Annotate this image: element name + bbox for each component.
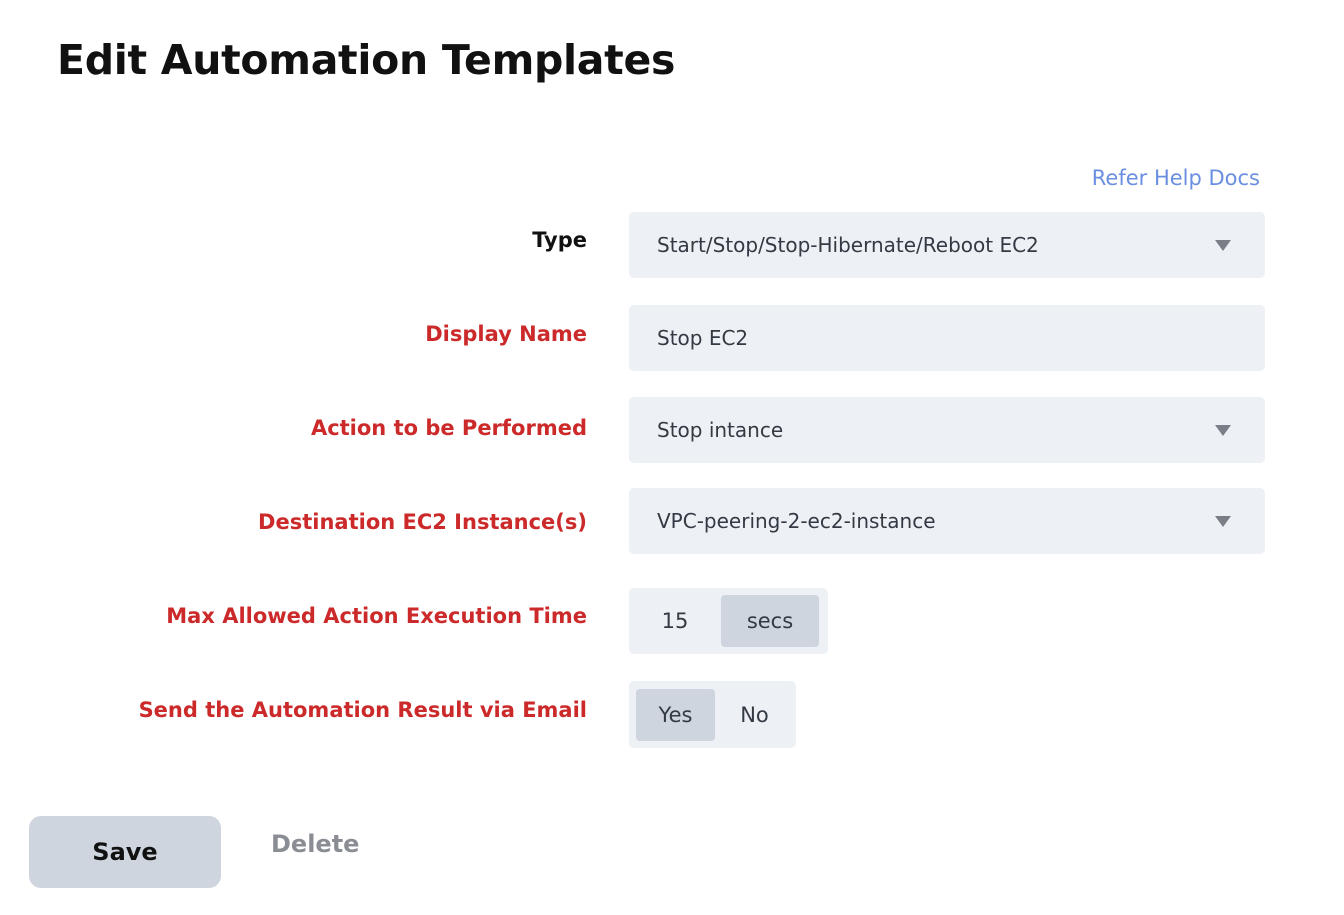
help-docs-link[interactable]: Refer Help Docs bbox=[1092, 166, 1260, 190]
page-title: Edit Automation Templates bbox=[57, 36, 676, 84]
action-label: Action to be Performed bbox=[310, 416, 587, 440]
email-yes-option[interactable]: Yes bbox=[636, 688, 715, 741]
send-email-label: Send the Automation Result via Email bbox=[138, 698, 587, 722]
time-unit-selector[interactable]: secs bbox=[721, 595, 819, 647]
display-name-label: Display Name bbox=[425, 322, 587, 346]
max-time-input[interactable] bbox=[629, 609, 721, 633]
caret-down-icon bbox=[1215, 515, 1231, 527]
type-label: Type bbox=[532, 228, 587, 252]
caret-down-icon bbox=[1215, 424, 1231, 436]
destination-select[interactable]: VPC-peering-2-ec2-instance bbox=[629, 488, 1265, 554]
type-select[interactable]: Start/Stop/Stop-Hibernate/Reboot EC2 bbox=[629, 212, 1265, 278]
edit-automation-page: Edit Automation Templates Refer Help Doc… bbox=[0, 0, 1344, 915]
display-name-input[interactable] bbox=[657, 326, 1237, 350]
type-select-value: Start/Stop/Stop-Hibernate/Reboot EC2 bbox=[657, 233, 1039, 257]
max-time-control: secs bbox=[629, 588, 828, 654]
display-name-field bbox=[629, 305, 1265, 371]
email-no-option[interactable]: No bbox=[715, 689, 794, 741]
action-select[interactable]: Stop intance bbox=[629, 397, 1265, 463]
max-time-label: Max Allowed Action Execution Time bbox=[166, 604, 587, 628]
action-select-value: Stop intance bbox=[657, 418, 784, 442]
destination-label: Destination EC2 Instance(s) bbox=[258, 510, 587, 534]
save-button[interactable]: Save bbox=[29, 816, 221, 888]
delete-button[interactable]: Delete bbox=[255, 830, 375, 858]
destination-select-value: VPC-peering-2-ec2-instance bbox=[657, 509, 936, 533]
send-email-toggle: Yes No bbox=[629, 681, 796, 748]
caret-down-icon bbox=[1215, 239, 1231, 251]
